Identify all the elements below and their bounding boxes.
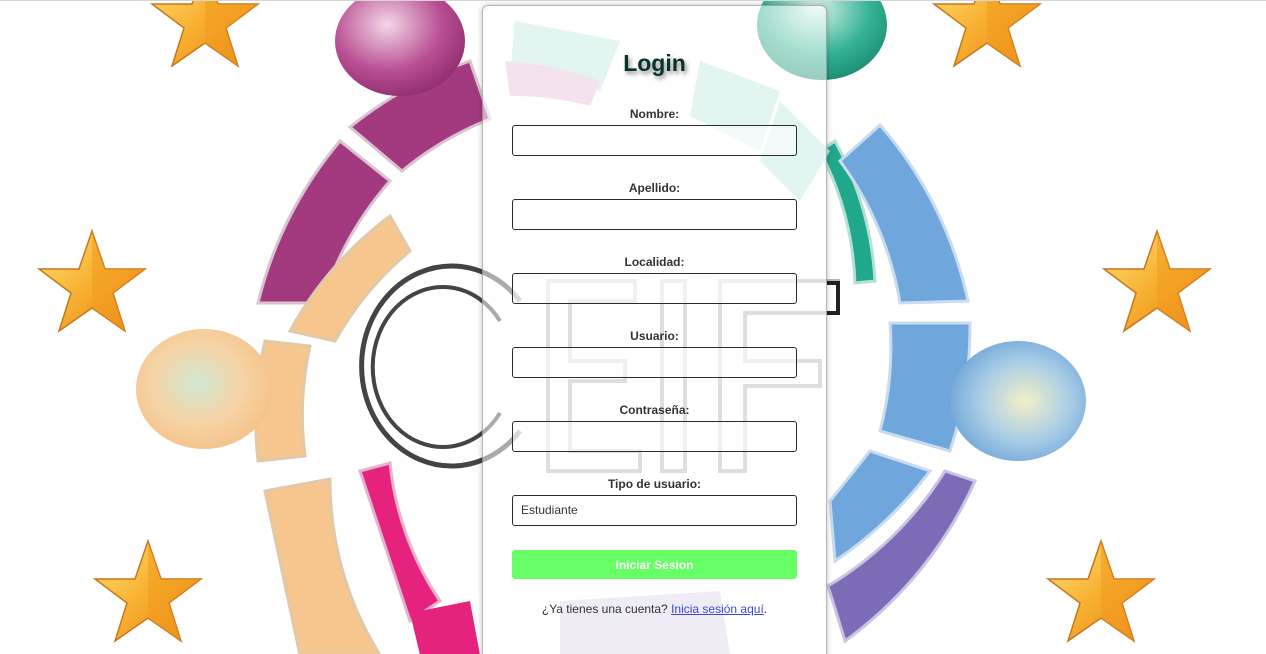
usuario-input[interactable] — [512, 347, 797, 378]
localidad-label: Localidad: — [624, 255, 685, 269]
nombre-input[interactable] — [512, 125, 797, 156]
tipo-usuario-select[interactable]: Estudiante — [512, 495, 797, 526]
ball-blue — [950, 341, 1086, 461]
apellido-input[interactable] — [512, 199, 797, 230]
contrasena-input[interactable] — [512, 421, 797, 452]
footer-prompt-text: ¿Ya tienes una cuenta? — [541, 602, 672, 616]
tipo-usuario-label: Tipo de usuario: — [607, 477, 702, 491]
login-form: Login Nombre: Apellido: Localidad: Usuar… — [482, 5, 827, 654]
star-icon — [94, 540, 202, 642]
apellido-label: Apellido: — [628, 181, 681, 195]
login-page: Login Nombre: Apellido: Localidad: Usuar… — [0, 0, 1266, 654]
iniciar-sesion-button[interactable]: Iniciar Sesion — [512, 550, 797, 579]
inicia-sesion-link[interactable]: Inicia sesión aquí — [671, 602, 764, 616]
login-title: Login — [623, 50, 686, 76]
star-icon — [1103, 230, 1211, 332]
star-icon — [933, 1, 1041, 67]
footer-suffix: . — [763, 602, 768, 616]
usuario-label: Usuario: — [630, 329, 679, 343]
localidad-input[interactable] — [512, 273, 797, 304]
star-icon — [38, 230, 146, 332]
star-icon — [1047, 540, 1155, 642]
ball-orange — [136, 329, 272, 449]
contrasena-label: Contraseña: — [619, 403, 690, 417]
star-icon — [151, 1, 259, 67]
nombre-label: Nombre: — [629, 107, 680, 121]
footer-login-prompt: ¿Ya tienes una cuenta? Inicia sesión aqu… — [483, 602, 826, 616]
